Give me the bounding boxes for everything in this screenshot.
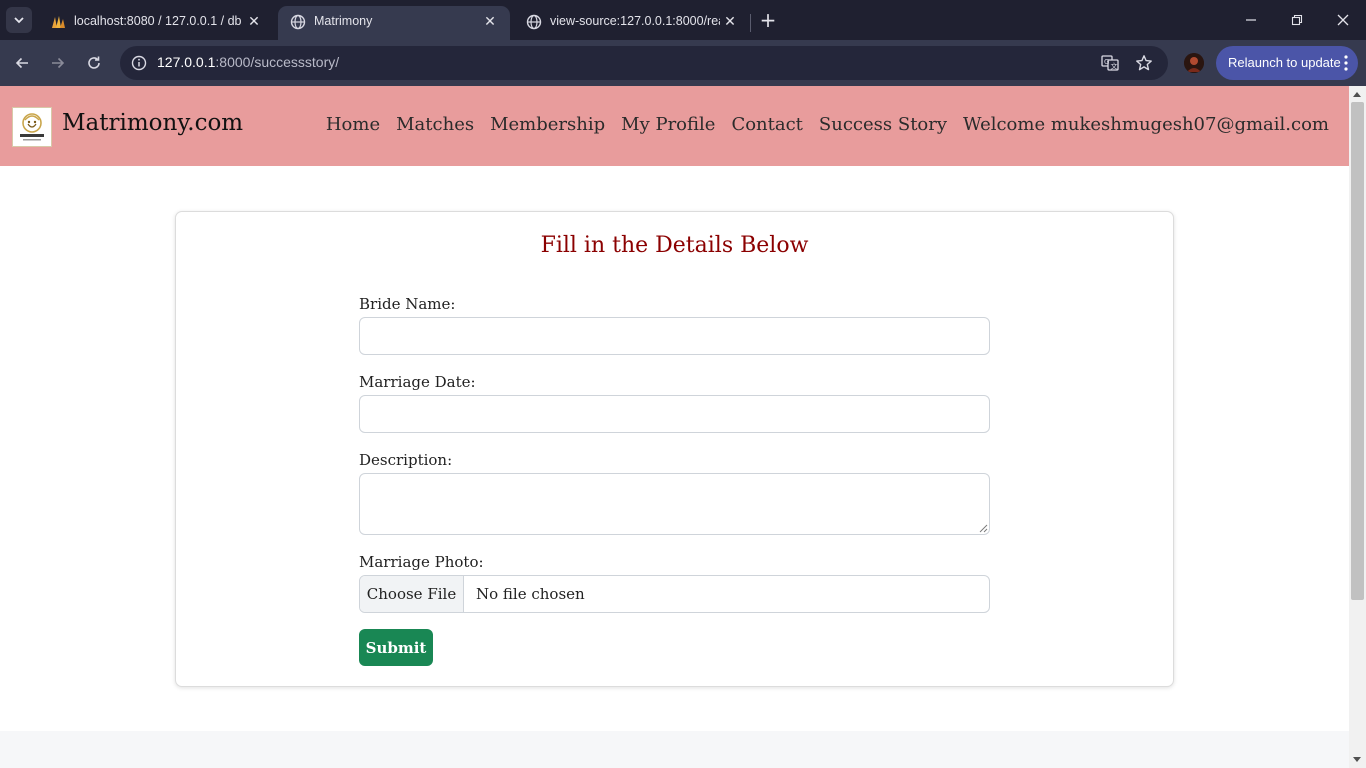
profile-avatar[interactable] (1184, 53, 1204, 73)
submit-button[interactable]: Submit (359, 629, 433, 666)
description-textarea[interactable] (359, 473, 990, 535)
site-info-button[interactable] (128, 52, 150, 74)
reload-icon (88, 56, 100, 69)
marriage-photo-file-input[interactable]: Choose File No file chosen (359, 575, 990, 613)
globe-icon (290, 14, 306, 30)
success-story-form-card: Fill in the Details Below Bride Name: Ma… (175, 211, 1174, 687)
scroll-down-arrow-icon[interactable] (1353, 757, 1361, 762)
page-scrollbar[interactable] (1349, 86, 1366, 768)
tab-search-button[interactable] (6, 7, 32, 33)
scrollbar-thumb[interactable] (1351, 102, 1364, 600)
nav-matches[interactable]: Matches (396, 114, 474, 135)
bride-name-input[interactable] (359, 317, 990, 355)
nav-welcome-user[interactable]: Welcome mukeshmugesh07@gmail.com (963, 114, 1329, 135)
restore-icon (1291, 14, 1303, 26)
svg-text:G: G (1104, 58, 1109, 66)
tab-phpmyadmin[interactable]: localhost:8080 / 127.0.0.1 / db / ✕ (38, 6, 274, 40)
close-tab-icon[interactable]: ✕ (722, 13, 738, 29)
file-status-text: No file chosen (476, 585, 585, 603)
relaunch-to-update-button[interactable]: Relaunch to update (1216, 46, 1358, 80)
marriage-date-label: Marriage Date: (359, 373, 476, 391)
tab-matrimony[interactable]: Matrimony ✕ (278, 6, 510, 40)
browser-tab-strip: localhost:8080 / 127.0.0.1 / db / ✕ Matr… (0, 0, 1366, 40)
page-footer (0, 731, 1349, 768)
bookmark-button[interactable] (1134, 53, 1154, 73)
tab-title: Matrimony (314, 14, 373, 28)
site-logo[interactable] (12, 107, 52, 147)
globe-icon (526, 14, 542, 30)
choose-file-button[interactable]: Choose File (360, 576, 464, 612)
site-navbar: Matrimony.com Home Matches Membership My… (0, 86, 1349, 166)
translate-button[interactable]: G 文 (1100, 53, 1120, 73)
minimize-icon (1246, 19, 1256, 21)
reload-button[interactable] (80, 49, 108, 77)
more-vert-icon (1344, 55, 1348, 71)
info-icon (131, 55, 147, 71)
close-window-button[interactable] (1320, 6, 1366, 34)
nav-contact[interactable]: Contact (731, 114, 802, 135)
nav-membership[interactable]: Membership (490, 114, 605, 135)
forward-button[interactable] (44, 49, 72, 77)
back-button[interactable] (8, 49, 36, 77)
scroll-up-arrow-icon[interactable] (1353, 92, 1361, 97)
url-text[interactable]: 127.0.0.1:8000/successstory/ (157, 54, 339, 70)
page-viewport: Matrimony.com Home Matches Membership My… (0, 86, 1349, 768)
close-tab-icon[interactable]: ✕ (246, 13, 262, 29)
url-host: 127.0.0.1 (157, 54, 216, 70)
new-tab-button[interactable]: + (756, 8, 780, 32)
matrimony-logo-icon (20, 113, 44, 141)
url-path: :8000/successstory/ (215, 54, 340, 70)
description-label: Description: (359, 451, 453, 469)
arrow-right-icon (52, 57, 65, 69)
site-brand[interactable]: Matrimony.com (62, 110, 243, 136)
address-bar[interactable]: 127.0.0.1:8000/successstory/ G 文 (120, 46, 1168, 80)
bride-name-label: Bride Name: (359, 295, 456, 313)
tab-title: view-source:127.0.0.1:8000/read (550, 14, 720, 28)
svg-text:文: 文 (1111, 62, 1118, 71)
marriage-date-input[interactable] (359, 395, 990, 433)
translate-icon: G 文 (1101, 55, 1119, 71)
marriage-photo-label: Marriage Photo: (359, 553, 484, 571)
tab-title: localhost:8080 / 127.0.0.1 / db / (74, 14, 244, 28)
nav-my-profile[interactable]: My Profile (621, 114, 715, 135)
tab-separator (750, 14, 751, 32)
tab-view-source[interactable]: view-source:127.0.0.1:8000/read ✕ (514, 6, 750, 40)
star-icon (1136, 55, 1152, 71)
minimize-button[interactable] (1228, 6, 1274, 34)
chevron-down-icon (14, 17, 24, 24)
form-title: Fill in the Details Below (540, 233, 809, 258)
profile-avatar-icon (1184, 53, 1204, 73)
arrow-left-icon (15, 57, 28, 69)
close-tab-icon[interactable]: ✕ (482, 13, 498, 29)
resize-grip-icon[interactable] (979, 524, 988, 533)
close-icon (1337, 14, 1349, 26)
nav-success-story[interactable]: Success Story (819, 114, 947, 135)
relaunch-label: Relaunch to update (1228, 55, 1341, 70)
site-nav-links: Home Matches Membership My Profile Conta… (326, 114, 1329, 135)
restore-button[interactable] (1274, 6, 1320, 34)
browser-toolbar: 127.0.0.1:8000/successstory/ G 文 Relaunc… (0, 40, 1366, 86)
nav-home[interactable]: Home (326, 114, 380, 135)
phpmyadmin-favicon-icon (52, 16, 65, 28)
